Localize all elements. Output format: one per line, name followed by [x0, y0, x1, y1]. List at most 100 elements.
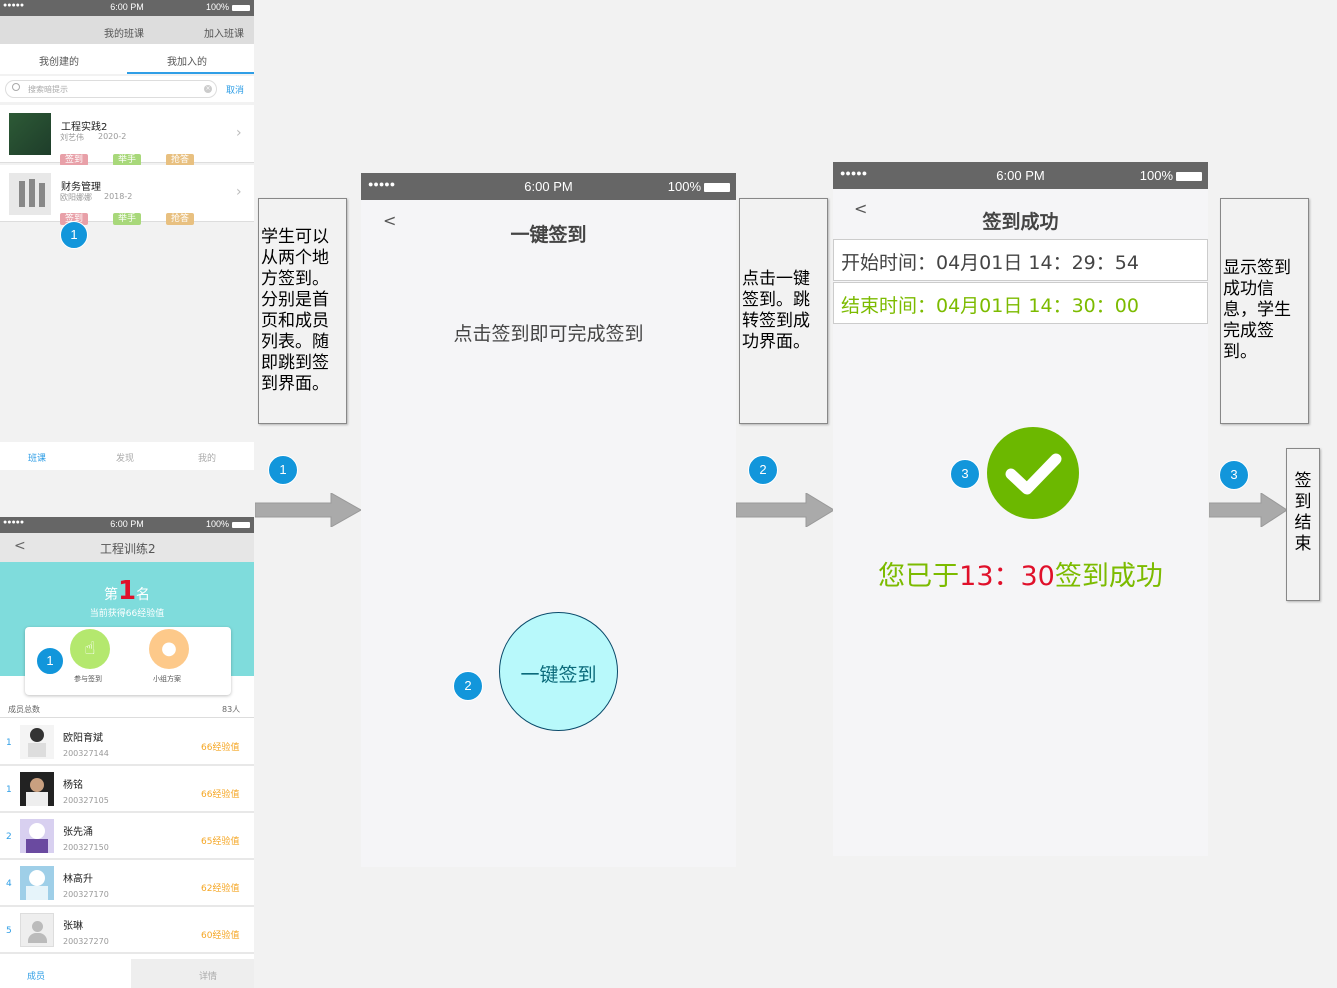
- chevron-right-icon: ›: [236, 184, 242, 200]
- member-exp: 62经验值: [201, 884, 240, 894]
- status-bar: ●●●●● 6:00 PM 100%: [361, 173, 736, 200]
- success-message: 您已于13：30签到成功: [878, 561, 1163, 592]
- course-thumbnail: [9, 173, 51, 215]
- battery-icon: [1176, 172, 1202, 182]
- end-time: 结束时间：04月01日 14：30：00: [841, 295, 1139, 317]
- one-click-checkin-button[interactable]: 一键签到: [499, 612, 618, 731]
- member-name: 张琳: [63, 921, 83, 932]
- chevron-right-icon: ›: [236, 125, 242, 141]
- success-time: 13：30: [959, 561, 1055, 592]
- course-thumbnail: [9, 113, 51, 155]
- list-item[interactable]: 财务管理 欧阳娜娜 2018-2 签到 举手 抢答 ›: [0, 165, 254, 225]
- battery-icon: [232, 4, 250, 11]
- member-name: 林高升: [63, 874, 93, 885]
- annotation-note-1: 学生可以从两个地方签到。分别是首页和成员列表。随即跳到签到界面。: [258, 198, 347, 424]
- rank-number: 1: [117, 576, 137, 606]
- member-rank: 5: [6, 926, 12, 936]
- group-icon: ●: [161, 638, 177, 659]
- tab-created[interactable]: 我创建的: [39, 53, 79, 68]
- step-badge-2: 2: [748, 455, 778, 485]
- screen-member-list: ●●●●● 6:00 PM 100% < 工程训练2 第1名 当前获得66经验值…: [0, 517, 254, 988]
- search-cancel-button[interactable]: 取消: [226, 83, 244, 96]
- tab-members[interactable]: 成员: [0, 959, 131, 988]
- course-title: 财务管理: [61, 182, 101, 193]
- nav-me[interactable]: 我的: [198, 451, 216, 464]
- avatar: [20, 866, 54, 900]
- rank-display: 第1名: [103, 576, 151, 606]
- course-title: 工程实践2: [61, 122, 108, 133]
- step-badge-1: 1: [36, 647, 64, 675]
- exp-text: 当前获得66经验值: [89, 609, 165, 619]
- course-term: 2018-2: [104, 192, 133, 201]
- search-icon: [12, 83, 20, 91]
- member-name: 杨铭: [63, 780, 83, 791]
- member-rank: 2: [6, 832, 12, 842]
- tag-raise-hand[interactable]: 举手: [113, 213, 142, 225]
- member-rank: 4: [6, 879, 12, 889]
- search-placeholder: 搜索暗提示: [28, 85, 68, 94]
- battery-indicator: 100%: [206, 2, 250, 12]
- annotation-note-end: 签到结束: [1286, 448, 1320, 601]
- header-bar: < 工程训练2: [0, 533, 254, 562]
- member-id: 200327170: [63, 890, 109, 899]
- header-bar: 我的班课 加入班课: [0, 16, 254, 44]
- member-exp: 60经验值: [201, 931, 240, 941]
- page-title: 我的班课: [104, 29, 144, 40]
- bottom-nav: 班课 发现 我的: [0, 442, 254, 470]
- members-label: 成员总数: [8, 705, 40, 714]
- screen-my-classes: ●●●●● 6:00 PM 100% 我的班课 加入班课 我创建的 我加入的 搜…: [0, 0, 254, 470]
- group-plan-button[interactable]: ●: [149, 629, 189, 669]
- member-rank: 1: [6, 738, 12, 748]
- nav-classes[interactable]: 班课: [28, 451, 46, 464]
- member-id: 200327144: [63, 749, 109, 758]
- screen-one-click-checkin: ●●●●● 6:00 PM 100% < 一键签到 点击签到即可完成签到 一键签…: [361, 173, 736, 867]
- clear-icon[interactable]: ×: [204, 85, 212, 93]
- status-bar: ●●●●● 6:00 PM 100%: [0, 0, 254, 16]
- course-tags: 签到 举手 抢答: [60, 206, 219, 225]
- battery-indicator: 100%: [1140, 168, 1202, 183]
- table-row[interactable]: 4 林高升 200327170 62经验值: [0, 860, 254, 907]
- annotation-note-2: 点击一键签到。跳转签到成功界面。: [739, 198, 828, 424]
- table-row[interactable]: 5 张琳 200327270 60经验值: [0, 907, 254, 954]
- table-row[interactable]: 2 张先涌 200327150 65经验值: [0, 813, 254, 860]
- step-badge-2: 2: [453, 671, 483, 701]
- member-name: 张先涌: [63, 827, 93, 838]
- page-title: 签到成功: [982, 211, 1059, 233]
- checkmark-icon: [987, 427, 1079, 519]
- member-exp: 66经验值: [201, 790, 240, 800]
- table-row[interactable]: 1 杨铭 200327105 66经验值: [0, 766, 254, 813]
- end-time-row: 结束时间：04月01日 14：30：00: [833, 282, 1208, 324]
- status-bar: ●●●●● 6:00 PM 100%: [0, 517, 254, 533]
- avatar: [20, 913, 54, 947]
- bottom-tabs: 成员 详情: [0, 959, 254, 988]
- tab-indicator: [127, 72, 254, 74]
- avatar: [20, 819, 54, 853]
- avatar: [20, 772, 54, 806]
- members-count: 83人: [222, 705, 241, 714]
- tab-detail[interactable]: 详情: [131, 959, 254, 988]
- tab-joined[interactable]: 我加入的: [167, 53, 207, 68]
- search-bar: 搜索暗提示 × 取消: [0, 76, 254, 102]
- status-bar: ●●●●● 6:00 PM 100%: [833, 162, 1208, 189]
- table-row[interactable]: 1 欧阳育斌 200327144 66经验值: [0, 719, 254, 766]
- battery-indicator: 100%: [668, 179, 730, 194]
- course-teacher: 刘艺伟: [60, 133, 84, 142]
- nav-discover[interactable]: 发现: [116, 451, 134, 464]
- step-badge-3: 3: [950, 459, 980, 489]
- back-icon[interactable]: <: [14, 538, 26, 554]
- course-teacher: 欧阳娜娜: [60, 193, 92, 202]
- member-rank: 1: [6, 785, 12, 795]
- list-item[interactable]: 工程实践2 刘艺伟 2020-2 签到 举手 抢答 ›: [0, 105, 254, 166]
- checkin-button[interactable]: ☝: [70, 629, 110, 669]
- annotation-note-3: 显示签到成功信息，学生完成签到。: [1220, 198, 1309, 424]
- page-title: 一键签到: [510, 224, 587, 246]
- battery-indicator: 100%: [206, 519, 250, 529]
- start-time: 开始时间：04月01日 14：29：54: [841, 252, 1139, 274]
- flow-arrow-1: [255, 493, 361, 527]
- search-input[interactable]: 搜索暗提示 ×: [5, 80, 217, 98]
- member-exp: 65经验值: [201, 837, 240, 847]
- join-class-button[interactable]: 加入班课: [204, 25, 244, 40]
- member-id: 200327150: [63, 843, 109, 852]
- start-time-row: 开始时间：04月01日 14：29：54: [833, 239, 1208, 281]
- tag-quick-answer[interactable]: 抢答: [166, 213, 195, 225]
